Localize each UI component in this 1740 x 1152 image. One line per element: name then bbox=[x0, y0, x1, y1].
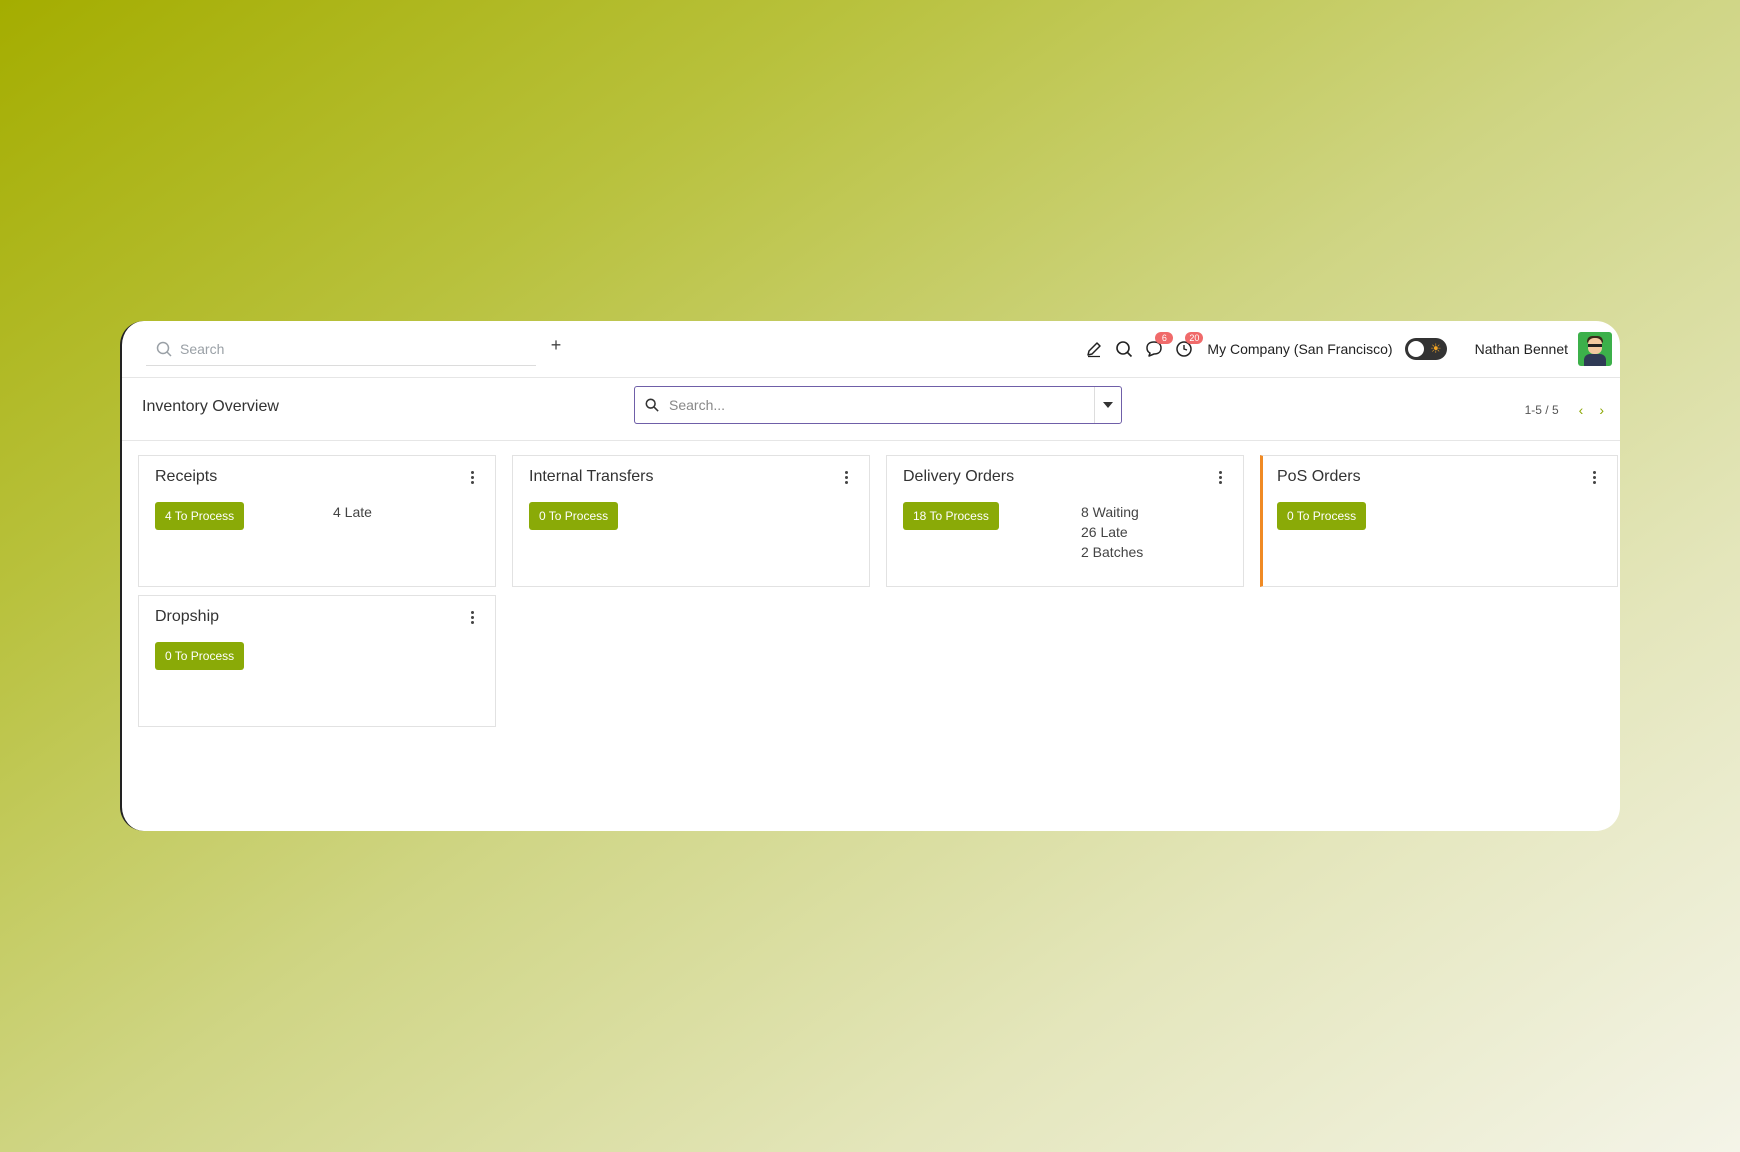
activities-badge: 20 bbox=[1185, 332, 1204, 344]
caret-down-icon bbox=[1103, 402, 1113, 408]
kebab-menu-icon[interactable] bbox=[1589, 468, 1599, 486]
page-title: Inventory Overview bbox=[142, 398, 279, 415]
to-process-button[interactable]: 0 To Process bbox=[155, 642, 245, 670]
search-icon bbox=[645, 398, 659, 412]
kanban-card-delivery-orders[interactable]: Delivery Orders 18 To Process 8 Waiting … bbox=[886, 455, 1244, 587]
to-process-button[interactable]: 4 To Process bbox=[155, 502, 245, 530]
sun-icon: ☀ bbox=[1429, 341, 1442, 356]
app-window: + 6 bbox=[120, 321, 1620, 831]
chevron-left-icon[interactable]: ‹ bbox=[1579, 402, 1584, 418]
toggle-knob bbox=[1407, 341, 1424, 357]
kebab-menu-icon[interactable] bbox=[467, 468, 477, 486]
kanban-card-internal-transfers[interactable]: Internal Transfers 0 To Process bbox=[512, 455, 870, 587]
avatar-glasses bbox=[1588, 344, 1602, 347]
activities-button[interactable]: 20 bbox=[1171, 332, 1204, 362]
top-navbar: + 6 bbox=[122, 321, 1620, 378]
card-stats: 4 Late bbox=[333, 502, 372, 522]
kebab-menu-icon[interactable] bbox=[467, 608, 477, 626]
card-stats: 8 Waiting 26 Late 2 Batches bbox=[1081, 502, 1143, 562]
kebab-menu-icon[interactable] bbox=[841, 468, 851, 486]
messages-button[interactable]: 6 bbox=[1141, 332, 1174, 362]
magnifier-icon bbox=[1116, 341, 1133, 358]
navbar-systray: 6 20 My Company (San Francisco) ☀ Nathan… bbox=[1081, 329, 1612, 369]
search-bar bbox=[634, 386, 1122, 424]
user-name[interactable]: Nathan Bennet bbox=[1475, 341, 1568, 357]
stat-waiting[interactable]: 8 Waiting bbox=[1081, 502, 1143, 522]
stat-batches[interactable]: 2 Batches bbox=[1081, 542, 1143, 562]
avatar[interactable] bbox=[1578, 332, 1612, 366]
global-search-input[interactable] bbox=[178, 340, 522, 358]
pencil-icon bbox=[1087, 342, 1102, 358]
to-process-button[interactable]: 18 To Process bbox=[903, 502, 999, 530]
add-button[interactable]: + bbox=[546, 335, 566, 356]
avatar-body bbox=[1584, 354, 1606, 366]
search-options-toggle[interactable] bbox=[1094, 387, 1121, 423]
search-icon bbox=[156, 341, 172, 357]
pager-value[interactable]: 1-5 / 5 bbox=[1525, 403, 1559, 417]
search-button[interactable] bbox=[1111, 336, 1137, 362]
dark-mode-toggle[interactable]: ☀ bbox=[1404, 338, 1447, 360]
chevron-right-icon[interactable]: › bbox=[1599, 402, 1604, 418]
search-input[interactable] bbox=[667, 396, 1071, 414]
kanban-card-dropship[interactable]: Dropship 0 To Process bbox=[138, 595, 496, 727]
card-title[interactable]: PoS Orders bbox=[1277, 468, 1361, 486]
card-title[interactable]: Delivery Orders bbox=[903, 468, 1014, 486]
card-title[interactable]: Dropship bbox=[155, 608, 219, 626]
card-title[interactable]: Receipts bbox=[155, 468, 217, 486]
kanban-card-receipts[interactable]: Receipts 4 To Process 4 Late bbox=[138, 455, 496, 587]
stat-late[interactable]: 26 Late bbox=[1081, 522, 1143, 542]
stat-late[interactable]: 4 Late bbox=[333, 502, 372, 522]
kanban-card-pos-orders[interactable]: PoS Orders 0 To Process bbox=[1260, 455, 1618, 587]
background-frame: + 6 bbox=[0, 0, 1740, 1152]
to-process-button[interactable]: 0 To Process bbox=[1277, 502, 1367, 530]
pager: 1-5 / 5 ‹ › bbox=[1525, 402, 1604, 418]
control-panel: Inventory Overview 1-5 / 5 ‹ › bbox=[122, 378, 1620, 441]
kebab-menu-icon[interactable] bbox=[1215, 468, 1225, 486]
global-search bbox=[146, 333, 536, 366]
company-switcher[interactable]: My Company (San Francisco) bbox=[1207, 341, 1392, 357]
to-process-button[interactable]: 0 To Process bbox=[529, 502, 619, 530]
card-title[interactable]: Internal Transfers bbox=[529, 468, 654, 486]
edit-button[interactable] bbox=[1081, 336, 1107, 362]
